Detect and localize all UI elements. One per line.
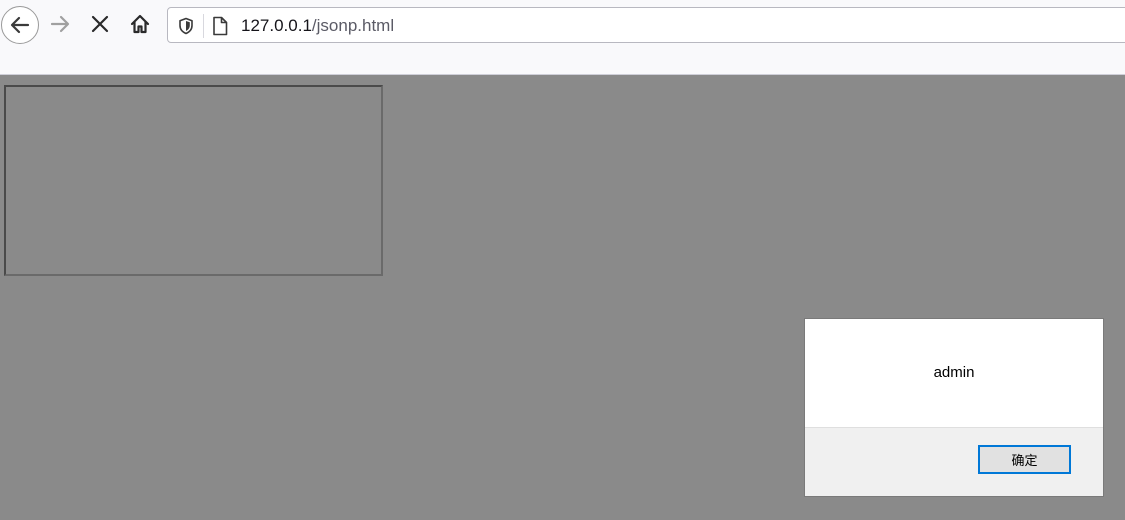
page-content-overlay: admin 确定 [0, 75, 1125, 520]
iframe-frame [4, 85, 383, 276]
forward-button[interactable] [42, 6, 78, 42]
url-separator [203, 14, 204, 38]
dialog-body: admin [805, 319, 1103, 428]
page-icon[interactable] [210, 15, 230, 37]
alert-dialog: admin 确定 [804, 318, 1104, 497]
back-arrow-icon [10, 16, 30, 34]
url-text[interactable]: 127.0.0.1/jsonp.html [241, 15, 394, 37]
close-icon [91, 15, 109, 33]
dialog-message: admin [933, 364, 975, 381]
home-button[interactable] [122, 6, 158, 42]
url-path: /jsonp.html [311, 16, 395, 35]
ok-button[interactable]: 确定 [978, 445, 1071, 474]
url-host: 127.0.0.1 [241, 16, 312, 35]
url-bar[interactable]: 127.0.0.1/jsonp.html [167, 7, 1125, 43]
home-icon [130, 14, 150, 34]
shield-icon[interactable] [176, 16, 196, 36]
back-button[interactable] [1, 6, 39, 44]
forward-arrow-icon [50, 15, 70, 33]
browser-toolbar: 127.0.0.1/jsonp.html [0, 0, 1125, 75]
stop-button[interactable] [82, 6, 118, 42]
